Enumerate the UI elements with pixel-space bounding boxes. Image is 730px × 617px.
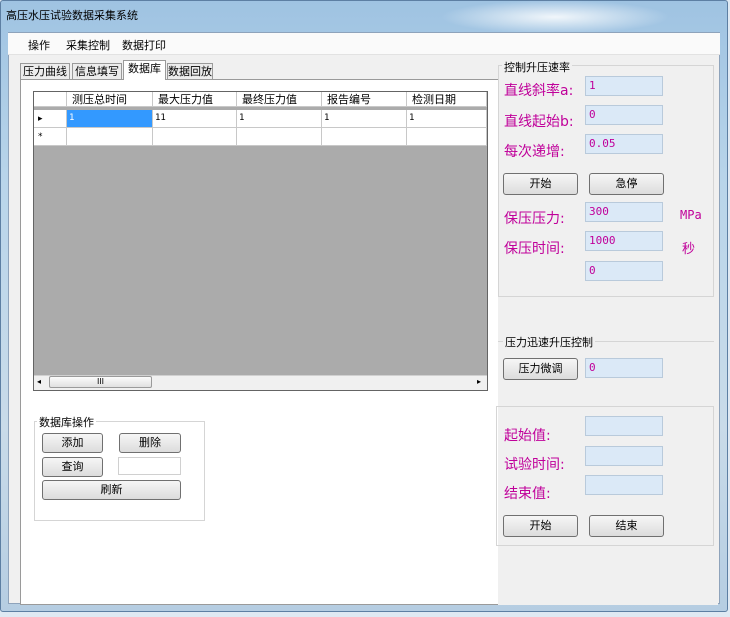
refresh-button[interactable]: 刷新 (42, 480, 181, 500)
test-time-label: 试验时间: (504, 457, 565, 473)
hold-time-unit: 秒 (682, 242, 696, 257)
row-header-current[interactable]: ▸ (34, 110, 67, 128)
fast-control-title: 压力迅速升压控制 (503, 334, 595, 350)
start-value-input[interactable] (585, 416, 663, 436)
extra-value-field[interactable]: 0 (585, 261, 663, 281)
grid-corner (34, 92, 67, 107)
grid-cell-new[interactable] (407, 128, 487, 146)
end-value-input[interactable] (585, 475, 663, 495)
grid-cell[interactable]: 1 (237, 110, 322, 128)
hold-pressure-input[interactable]: 300 (585, 202, 663, 222)
menu-acquisition-control[interactable]: 采集控制 (66, 37, 110, 53)
slope-input[interactable]: 1 (585, 76, 663, 96)
grid-cell-new[interactable] (237, 128, 322, 146)
grid-cell-new[interactable] (67, 128, 153, 146)
start-b-input[interactable]: 0 (585, 105, 663, 125)
tab-data-playback[interactable]: 数据回放 (167, 63, 213, 79)
scroll-thumb[interactable]: III (49, 376, 152, 388)
column-header-test-date[interactable]: 检测日期 (407, 92, 487, 107)
add-button[interactable]: 添加 (42, 433, 103, 453)
column-header-max-pressure[interactable]: 最大压力值 (153, 92, 237, 107)
emergency-stop-button[interactable]: 急停 (589, 173, 664, 195)
tab-database[interactable]: 数据库 (123, 60, 166, 80)
query-input[interactable] (118, 457, 181, 475)
hold-pressure-unit: MPa (680, 208, 702, 222)
scroll-right-arrow-icon[interactable]: ▸ (477, 377, 481, 386)
rate-control-title: 控制升压速率 (502, 59, 572, 75)
title-glass-highlight (440, 0, 670, 34)
grid-cell[interactable]: 1 (322, 110, 407, 128)
db-ops-title: 数据库操作 (37, 414, 96, 430)
query-button[interactable]: 查询 (42, 457, 103, 477)
start-value-label: 起始值: (504, 428, 551, 444)
grid-cell[interactable]: 1 (67, 110, 153, 128)
grid-cell-new[interactable] (322, 128, 407, 146)
grid-cell[interactable]: 1 (407, 110, 487, 128)
start-b-label: 直线起始b: (504, 114, 574, 130)
test-time-input[interactable] (585, 446, 663, 466)
grid-cell-new[interactable] (153, 128, 237, 146)
delete-button[interactable]: 删除 (119, 433, 181, 453)
column-header-report-number[interactable]: 报告编号 (322, 92, 407, 107)
window-title: 高压水压试验数据采集系统 (6, 9, 138, 22)
menu-bar (8, 33, 720, 55)
row-header-new[interactable]: * (34, 128, 67, 146)
start-button[interactable]: 开始 (503, 173, 578, 195)
tab-pressure-curve[interactable]: 压力曲线 (20, 63, 70, 79)
fine-tune-button[interactable]: 压力微调 (503, 358, 578, 380)
column-header-final-pressure[interactable]: 最终压力值 (237, 92, 322, 107)
test-start-button[interactable]: 开始 (503, 515, 578, 537)
step-label: 每次递增: (504, 144, 565, 160)
end-value-label: 结束值: (504, 486, 551, 502)
test-end-button[interactable]: 结束 (589, 515, 664, 537)
fine-tune-input[interactable]: 0 (585, 358, 663, 378)
column-header-total-time[interactable]: 测压总时间 (67, 92, 153, 107)
hold-time-input[interactable]: 1000 (585, 231, 663, 251)
grid-cell[interactable]: 11 (153, 110, 237, 128)
menu-data-print[interactable]: 数据打印 (122, 37, 166, 53)
slope-label: 直线斜率a: (504, 83, 574, 99)
scroll-left-arrow-icon[interactable]: ◂ (37, 377, 41, 386)
step-input[interactable]: 0.05 (585, 134, 663, 154)
menu-operate[interactable]: 操作 (28, 37, 50, 53)
hold-pressure-label: 保压压力: (504, 211, 565, 227)
hold-time-label: 保压时间: (504, 241, 565, 257)
tab-info-entry[interactable]: 信息填写 (72, 63, 122, 79)
